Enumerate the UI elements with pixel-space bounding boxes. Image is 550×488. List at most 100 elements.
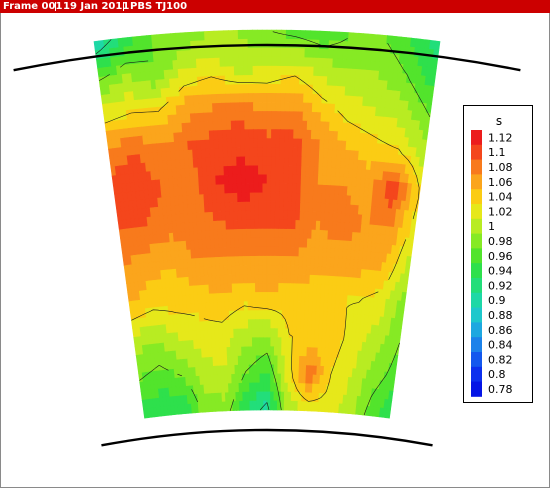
contour-cell (316, 193, 323, 204)
contour-cell (342, 41, 349, 51)
contour-cell (252, 56, 258, 67)
contour-cell (196, 67, 203, 78)
contour-cell (301, 147, 307, 158)
contour-cell (244, 328, 249, 339)
contour-cell (252, 364, 257, 375)
contour-cell (207, 94, 213, 105)
contour-cell (235, 129, 241, 140)
contour-cell (234, 238, 240, 248)
contour-cell (266, 382, 271, 393)
contour-cell (271, 120, 277, 130)
contour-cell (266, 373, 271, 384)
contour-cell (212, 121, 219, 132)
contour-cell (271, 93, 277, 103)
contour-cell (253, 129, 259, 139)
contour-cell (278, 265, 284, 275)
contour-cell (299, 202, 305, 212)
contour-cell (262, 310, 268, 320)
contour-cell (285, 56, 291, 67)
contour-cell (322, 76, 328, 87)
contour-cell (255, 310, 260, 320)
contour-cell (266, 93, 272, 103)
contour-cell (270, 210, 276, 221)
contour-cell (278, 237, 284, 248)
contour-cell (270, 174, 276, 185)
contour-cell (274, 264, 280, 275)
contour-cell (229, 202, 235, 212)
contour-cell (266, 264, 272, 275)
contour-cell (279, 192, 285, 203)
contour-cell (390, 372, 396, 383)
contour-cell (230, 238, 236, 249)
contour-cell (295, 355, 300, 366)
contour-cell (311, 111, 318, 122)
contour-cell (231, 274, 237, 285)
contour-cell (242, 256, 248, 266)
contour-cell (240, 337, 246, 348)
contour-cell (214, 166, 221, 177)
contour-cell (266, 246, 272, 257)
contour-cell (223, 175, 230, 185)
contour-cell (252, 93, 259, 103)
contour-cell (238, 238, 244, 248)
contour-cell (215, 75, 222, 86)
contour-cell (433, 40, 441, 51)
colorbar-swatch (471, 381, 482, 397)
contour-cell (279, 183, 285, 194)
contour-cell (274, 328, 279, 338)
contour-cell (321, 184, 327, 195)
contour-cell (262, 255, 268, 266)
contour-cell (259, 328, 264, 338)
contour-cell (238, 48, 244, 58)
contour-cell (211, 193, 218, 204)
contour-cell (211, 94, 218, 104)
contour-cell (244, 346, 250, 357)
contour-cell (227, 156, 233, 167)
contour-cell (219, 48, 225, 59)
contour-cell (258, 237, 264, 248)
contour-cell (317, 75, 324, 86)
contour-cell (274, 237, 280, 248)
contour-cell (308, 57, 315, 68)
contour-cell (262, 301, 268, 311)
contour-cell (281, 355, 286, 366)
contour-cell (197, 94, 204, 105)
contour-cell (237, 29, 244, 40)
contour-cell (287, 400, 292, 411)
contour-cell (266, 283, 272, 293)
contour-cell (271, 83, 277, 94)
contour-cell (257, 56, 263, 67)
contour-cell (286, 256, 292, 266)
contour-cell (262, 147, 268, 157)
contour-cell (297, 274, 303, 285)
contour-cell (287, 382, 292, 393)
contour-cell (404, 264, 411, 276)
contour-cell (238, 84, 245, 94)
contour-cell (234, 93, 240, 104)
contour-cell (226, 337, 231, 348)
contour-cell (319, 30, 326, 41)
contour-cell (225, 84, 231, 95)
contour-cell (270, 382, 275, 393)
contour-cell (193, 103, 200, 114)
colorbar-tick-label: 0.88 (488, 309, 513, 322)
colorbar-tick-label: 0.78 (488, 383, 513, 396)
colorbar-tick-label: 0.8 (488, 368, 506, 381)
contour-cell (253, 147, 259, 158)
contour-cell (253, 165, 259, 176)
contour-cell (302, 129, 308, 140)
contour-cell (251, 274, 256, 284)
contour-cell (227, 283, 233, 294)
contour-cell (277, 355, 282, 366)
contour-cell (248, 102, 254, 112)
contour-cell (195, 58, 202, 69)
contour-cell (286, 237, 292, 248)
contour-cell (287, 201, 293, 212)
contour-cell (240, 147, 246, 158)
contour-cell (200, 49, 206, 60)
contour-cell (235, 111, 241, 122)
contour-cell (280, 84, 286, 94)
contour-cell (236, 174, 242, 185)
contour-cell (305, 166, 311, 176)
contour-cell (208, 202, 214, 213)
